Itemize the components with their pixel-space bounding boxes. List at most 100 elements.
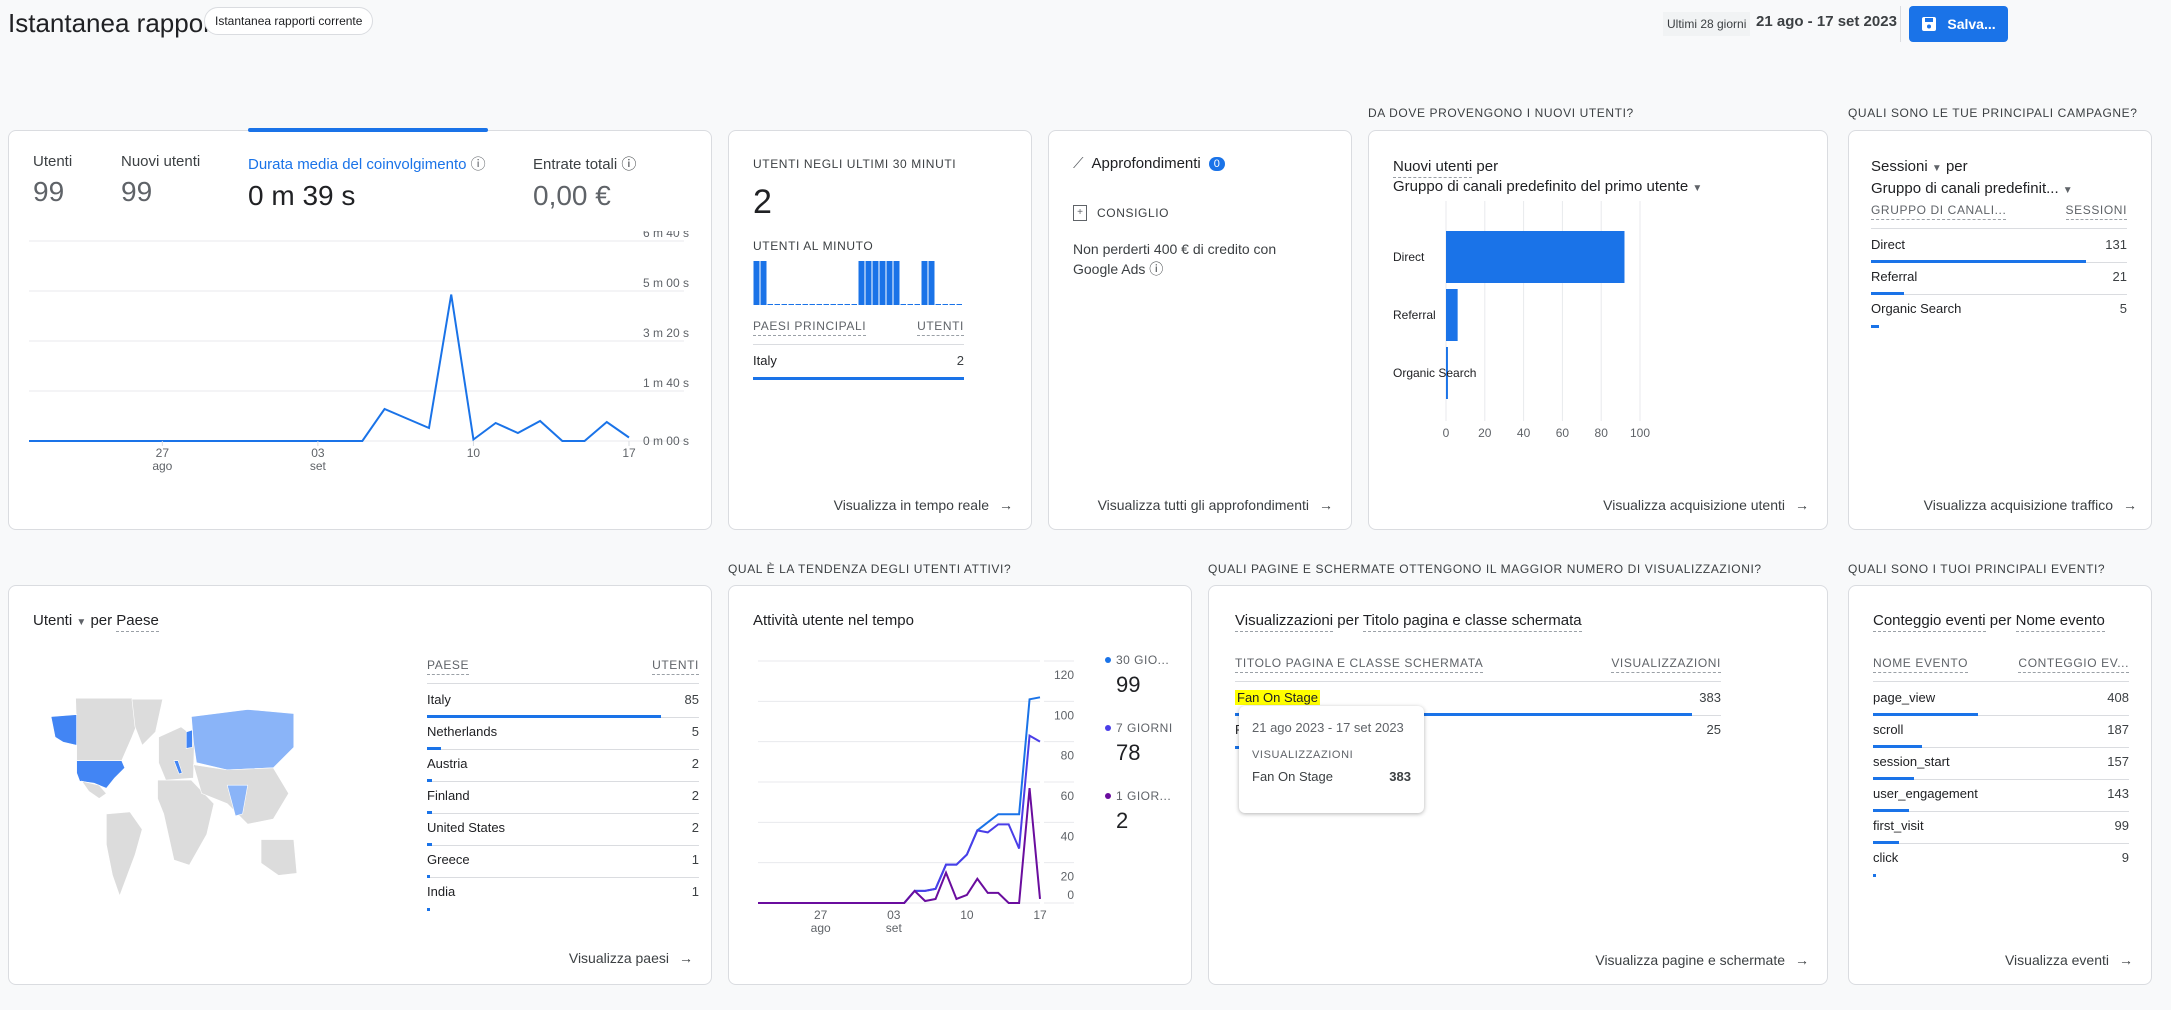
date-range-label[interactable]: Ultimi 28 giorni bbox=[1663, 12, 1751, 36]
minute-bar bbox=[893, 261, 900, 305]
series-line bbox=[758, 696, 1041, 904]
kpi-users[interactable]: Utenti 99 bbox=[33, 153, 72, 208]
col-header-countries[interactable]: Paesi principali bbox=[753, 319, 867, 336]
row-value: 2 bbox=[691, 788, 699, 803]
kpi-engagement-time[interactable]: Durata media del coinvolgimento ⓘ 0 m 39 … bbox=[248, 153, 486, 212]
col-header-users[interactable]: Utenti bbox=[652, 658, 699, 675]
minute-bar bbox=[788, 304, 794, 305]
x-tick-month: ago bbox=[811, 921, 831, 935]
legend-dot bbox=[1105, 657, 1111, 663]
col-header-views[interactable]: Visualizzazioni bbox=[1611, 656, 1721, 673]
world-map[interactable] bbox=[41, 691, 311, 901]
row-label: Finland bbox=[427, 788, 470, 803]
row-value: 25 bbox=[1706, 722, 1721, 737]
per-label: per bbox=[1945, 158, 1968, 175]
minute-bar bbox=[830, 304, 836, 305]
help-icon[interactable]: ⓘ bbox=[1149, 261, 1163, 277]
dimension-selector[interactable]: Gruppo di canali predefinit... ▼ bbox=[1871, 179, 2073, 201]
col-header-page-title[interactable]: Titolo pagina e classe schermata bbox=[1235, 656, 1484, 673]
kpi-revenue[interactable]: Entrate totali ⓘ 0,00 € bbox=[533, 153, 636, 212]
channel-row[interactable]: Organic Search 5 bbox=[1871, 295, 2127, 328]
minute-bar bbox=[851, 304, 857, 305]
row-label: Austria bbox=[427, 756, 468, 771]
insights-title: Approfondimenti bbox=[1091, 155, 1201, 172]
country-row[interactable]: Finland 2 bbox=[427, 782, 699, 814]
divider bbox=[1900, 6, 1901, 42]
country-row[interactable]: Italy 85 bbox=[427, 686, 699, 718]
dimension-label[interactable]: Titolo pagina e classe schermata bbox=[1362, 612, 1582, 632]
help-icon[interactable]: ⓘ bbox=[471, 156, 486, 173]
row-value: 2 bbox=[956, 353, 964, 368]
x-tick-label: 60 bbox=[1556, 426, 1570, 440]
row-value: 2 bbox=[691, 756, 699, 771]
dimension-label[interactable]: Nome evento bbox=[2015, 612, 2105, 632]
save-button[interactable]: Salva... bbox=[1909, 6, 2008, 42]
event-row[interactable]: first_visit 99 bbox=[1873, 812, 2129, 844]
country-row[interactable]: United States 2 bbox=[427, 814, 699, 846]
col-header-country[interactable]: Paese bbox=[427, 658, 470, 675]
date-range[interactable]: 21 ago - 17 set 2023 bbox=[1756, 13, 1897, 30]
col-header-users[interactable]: Utenti bbox=[917, 319, 964, 336]
row-value: 2 bbox=[691, 820, 699, 835]
insights-card: ⟋ Approfondimenti 0 + Consiglio Non perd… bbox=[1048, 130, 1352, 530]
minute-bar bbox=[816, 304, 822, 305]
row-bar bbox=[1871, 325, 1879, 328]
x-tick-day: 10 bbox=[960, 908, 974, 922]
kpi-new-users[interactable]: Nuovi utenti 99 bbox=[121, 153, 200, 208]
col-header-sessions[interactable]: Sessioni bbox=[2065, 203, 2127, 220]
view-insights-link[interactable]: Visualizza tutti gli approfondimenti → bbox=[1098, 497, 1333, 513]
legend-dot bbox=[1105, 793, 1111, 799]
event-row[interactable]: scroll 187 bbox=[1873, 716, 2129, 748]
per-label: per bbox=[1337, 612, 1359, 629]
events-card: Conteggio eventi per Nome evento Nome ev… bbox=[1848, 585, 2152, 985]
tooltip-value: 383 bbox=[1389, 769, 1411, 784]
active-users-line-chart: 0 20 40 60 80 100 120 30 GIO... 99 7 GIORNI 78 1 GI… bbox=[758, 653, 1172, 935]
row-label: click bbox=[1873, 850, 1899, 865]
col-header-event-count[interactable]: Conteggio ev... bbox=[2018, 656, 2129, 673]
legend-dot bbox=[1105, 725, 1111, 731]
channel-row[interactable]: Direct 131 bbox=[1871, 231, 2127, 263]
view-pages-link[interactable]: Visualizza pagine e schermate → bbox=[1595, 952, 1809, 968]
col-header-event-name[interactable]: Nome evento bbox=[1873, 656, 1969, 673]
metric-label[interactable]: Visualizzazioni bbox=[1235, 612, 1334, 632]
channel-row[interactable]: Referral 21 bbox=[1871, 263, 2127, 295]
country-row[interactable]: Italy 2 bbox=[753, 347, 964, 380]
kpi-label: Nuovi utenti bbox=[121, 153, 201, 170]
metric-selector[interactable]: Nuovi utenti bbox=[1393, 158, 1473, 178]
realtime-title: Utenti negli ultimi 30 minuti bbox=[753, 157, 957, 171]
event-row[interactable]: session_start 157 bbox=[1873, 748, 2129, 780]
row-value: 157 bbox=[2107, 754, 2129, 769]
help-icon[interactable]: ⓘ bbox=[621, 156, 636, 173]
view-user-acquisition-link[interactable]: Visualizza acquisizione utenti → bbox=[1603, 497, 1809, 513]
map-region-alaska bbox=[50, 714, 77, 746]
view-realtime-link[interactable]: Visualizza in tempo reale → bbox=[834, 497, 1013, 513]
lightbulb-card-icon: + bbox=[1073, 205, 1087, 221]
acquisition-card: Nuovi utenti per Gruppo di canali predef… bbox=[1368, 130, 1828, 530]
x-tick-month: set bbox=[886, 921, 903, 935]
row-label: India bbox=[427, 884, 456, 899]
view-countries-link[interactable]: Visualizza paesi → bbox=[569, 950, 693, 966]
view-traffic-acquisition-link[interactable]: Visualizza acquisizione traffico → bbox=[1924, 497, 2137, 513]
metric-selector[interactable]: Utenti ▼ bbox=[33, 612, 86, 629]
minute-bar bbox=[753, 261, 760, 305]
country-row[interactable]: India 1 bbox=[427, 878, 699, 911]
col-header-channel[interactable]: Gruppo di canali... bbox=[1871, 203, 2007, 220]
dimension-label[interactable]: Paese bbox=[116, 612, 159, 632]
y-tick-label: 3 m 20 s bbox=[643, 326, 689, 340]
event-row[interactable]: user_engagement 143 bbox=[1873, 780, 2129, 812]
metric-label[interactable]: Conteggio eventi bbox=[1873, 612, 1986, 632]
link-label: Visualizza acquisizione traffico bbox=[1923, 497, 2113, 513]
new-users-bar-chart: 0 20 40 60 80 100 Direct Referral Organic Search bbox=[1393, 201, 1650, 440]
snapshot-chip[interactable]: Istantanea rapporti corrente bbox=[204, 7, 374, 35]
country-row[interactable]: Austria 2 bbox=[427, 750, 699, 782]
section-title-events: Quali sono i tuoi principali eventi? bbox=[1848, 562, 2106, 576]
country-row[interactable]: Greece 1 bbox=[427, 846, 699, 878]
event-row[interactable]: click 9 bbox=[1873, 844, 2129, 877]
metric-selector[interactable]: Sessioni ▼ bbox=[1871, 158, 1942, 175]
view-events-link[interactable]: Visualizza eventi → bbox=[2005, 952, 2133, 968]
dimension-label: Gruppo di canali predefinit... bbox=[1871, 180, 2059, 197]
event-row[interactable]: page_view 408 bbox=[1873, 684, 2129, 716]
per-minute-label: Utenti al minuto bbox=[753, 239, 874, 253]
country-row[interactable]: Netherlands 5 bbox=[427, 718, 699, 750]
y-tick-label: 5 m 00 s bbox=[643, 276, 689, 290]
